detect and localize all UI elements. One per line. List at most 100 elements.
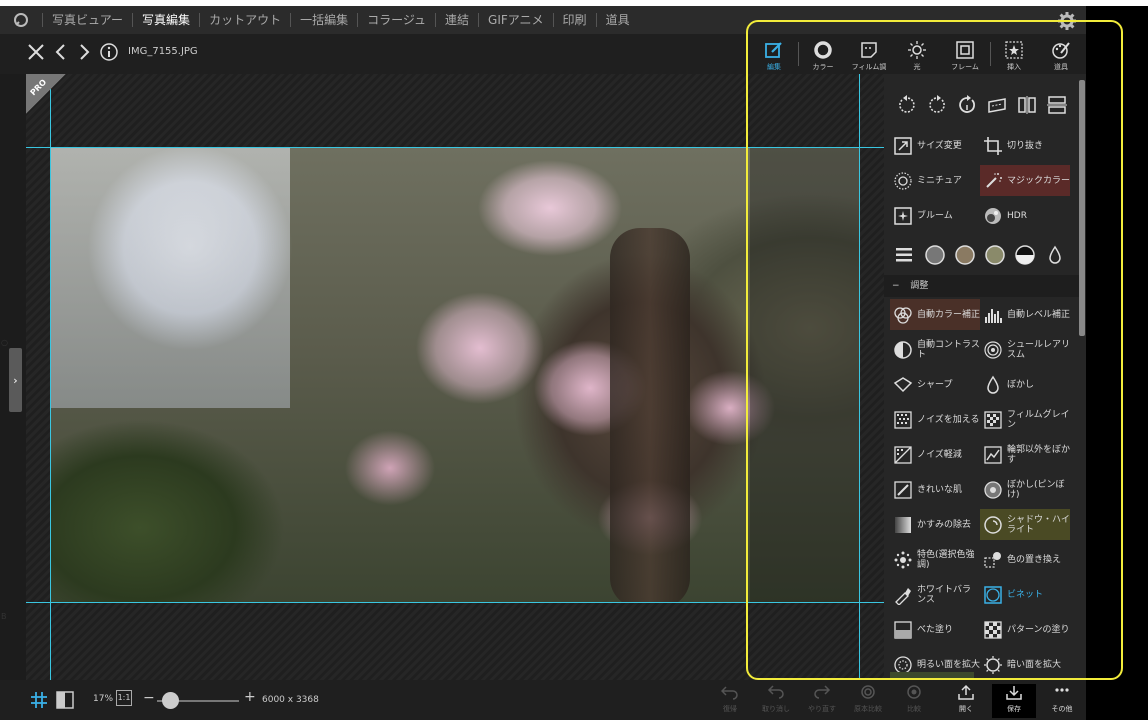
- tool-auto-color[interactable]: 自動カラー補正: [890, 299, 980, 330]
- tool-shadow-highlight[interactable]: シャドウ・ハイライト: [980, 509, 1070, 540]
- tool-pattern-fill[interactable]: パターンの塗り: [980, 614, 1070, 645]
- crop-guide-bottom[interactable]: [26, 602, 884, 603]
- tone-sepia-icon[interactable]: [954, 244, 976, 266]
- tab-color[interactable]: カラー: [802, 36, 844, 74]
- tab-tools[interactable]: 道具: [1040, 36, 1082, 74]
- tone-gray-icon[interactable]: [924, 244, 946, 266]
- flip-horizontal-icon[interactable]: [1016, 94, 1038, 116]
- menu-gif-anime[interactable]: GIFアニメ: [478, 13, 553, 27]
- menu-tools[interactable]: 道具: [595, 13, 639, 27]
- rotate-right-icon[interactable]: [926, 94, 948, 116]
- section-adjust-header[interactable]: − 調整: [884, 275, 1080, 297]
- tool-auto-contrast-label: 自動コントラスト: [917, 339, 980, 360]
- photo-image[interactable]: [50, 148, 860, 602]
- tool-beauty-skin[interactable]: きれいな肌: [890, 474, 980, 505]
- compare-button[interactable]: 比較: [892, 684, 936, 718]
- tool-film-grain[interactable]: フィルムグレイン: [980, 404, 1070, 435]
- tool-surreal[interactable]: シュールレアリスム: [980, 334, 1070, 365]
- rotate-left-icon[interactable]: [896, 94, 918, 116]
- edge-mark: ○: [1, 338, 8, 347]
- tool-color-replace[interactable]: 色の置き換え: [980, 544, 1070, 575]
- tool-sharpen[interactable]: シャープ: [890, 369, 980, 400]
- crop-guide-left[interactable]: [50, 74, 51, 680]
- crop-guide-top[interactable]: [26, 147, 884, 148]
- menu-cutout[interactable]: カットアウト: [199, 13, 290, 27]
- menu-bar: 写真ビュアー 写真編集 カットアウト 一括編集 コラージュ 連結 GIFアニメ …: [0, 6, 1086, 34]
- tool-blur[interactable]: ぼかし: [980, 369, 1070, 400]
- photo-canvas[interactable]: PRO: [26, 74, 884, 680]
- tool-crop[interactable]: 切り抜き: [980, 130, 1070, 161]
- compare-original-button[interactable]: 原本比較: [846, 684, 890, 718]
- revert-button[interactable]: 復帰: [708, 684, 752, 718]
- tool-dehaze-label: かすみの除去: [917, 519, 972, 530]
- panel-partial-item: [890, 672, 974, 680]
- flip-vertical-icon[interactable]: [1046, 94, 1068, 116]
- tool-vignette[interactable]: ビネット: [980, 579, 1070, 610]
- tool-expand-dark[interactable]: 暗い面を拡大: [980, 649, 1070, 680]
- tool-auto-contrast[interactable]: 自動コントラスト: [890, 334, 980, 365]
- tab-insert[interactable]: 挿入: [993, 36, 1035, 74]
- menu-batch-edit[interactable]: 一括編集: [290, 13, 357, 27]
- miniature-icon: [894, 171, 912, 190]
- tool-color-splash[interactable]: 特色(選択色強調): [890, 544, 980, 575]
- pattern-fill-icon: [984, 620, 1002, 639]
- save-label: 保存: [1007, 705, 1021, 713]
- tab-light[interactable]: 光: [896, 36, 938, 74]
- tool-defocus[interactable]: ぼかし(ピンぼけ): [980, 474, 1070, 505]
- more-button[interactable]: その他: [1040, 684, 1084, 718]
- tool-fill[interactable]: べた塗り: [890, 614, 980, 645]
- tool-white-balance[interactable]: ホワイトバランス: [890, 579, 980, 610]
- menu-combine[interactable]: 連結: [435, 13, 478, 27]
- zoom-out-button[interactable]: −: [143, 690, 155, 706]
- window-edge: [1086, 6, 1148, 720]
- expand-sidebar-button[interactable]: ›: [9, 348, 22, 412]
- menu-collage[interactable]: コラージュ: [357, 13, 435, 27]
- redo-button[interactable]: やり直す: [800, 684, 844, 718]
- info-icon[interactable]: [99, 42, 119, 62]
- tone-drop-icon[interactable]: [1044, 244, 1066, 266]
- settings-gear-icon[interactable]: [1056, 10, 1078, 32]
- tool-blur-except-edges-label: 輪郭以外をぼかす: [1007, 444, 1071, 465]
- color-replace-icon: [984, 551, 1001, 568]
- previous-image-icon[interactable]: [53, 42, 69, 62]
- tool-denoise[interactable]: ノイズ軽減: [890, 439, 980, 470]
- straighten-icon[interactable]: [986, 94, 1008, 116]
- tool-resize[interactable]: サイズ変更: [890, 130, 980, 161]
- close-icon[interactable]: [26, 42, 46, 62]
- zoom-percent: 17%: [93, 694, 114, 704]
- tone-olive-icon[interactable]: [984, 244, 1006, 266]
- tool-miniature[interactable]: ミニチュア: [890, 165, 980, 196]
- tone-list-icon[interactable]: [894, 245, 914, 265]
- save-button[interactable]: 保存: [992, 684, 1036, 718]
- tool-surreal-label: シュールレアリスム: [1007, 339, 1071, 360]
- tab-divider: [990, 42, 991, 66]
- tone-contrast-icon[interactable]: [1014, 244, 1036, 266]
- tool-auto-level[interactable]: 自動レベル補正: [980, 299, 1070, 330]
- tool-magic-color[interactable]: マジックカラー: [980, 165, 1070, 196]
- next-image-icon[interactable]: [76, 42, 92, 62]
- white-balance-icon: [895, 587, 911, 605]
- tool-blur-except-edges[interactable]: 輪郭以外をぼかす: [980, 439, 1070, 470]
- undo-button[interactable]: 取り消し: [754, 684, 798, 718]
- tab-edit[interactable]: 編集: [753, 36, 795, 74]
- split-view-icon[interactable]: [56, 691, 74, 709]
- menu-print[interactable]: 印刷: [552, 13, 596, 27]
- tab-film[interactable]: フィルム調: [848, 36, 890, 74]
- panel-scrollbar[interactable]: [1079, 80, 1085, 336]
- tool-bloom[interactable]: ブルーム: [890, 200, 980, 231]
- rotate-free-icon[interactable]: [956, 94, 978, 116]
- compare-original-icon: [861, 685, 875, 699]
- open-button[interactable]: 開く: [944, 684, 988, 718]
- app-logo-icon[interactable]: [0, 6, 42, 34]
- menu-photo-viewer[interactable]: 写真ビュアー: [42, 13, 132, 27]
- menu-photo-edit[interactable]: 写真編集: [132, 13, 199, 27]
- crop-guide-right[interactable]: [859, 74, 860, 680]
- tool-hdr[interactable]: HDR: [980, 200, 1070, 231]
- tool-dehaze[interactable]: かすみの除去: [890, 509, 980, 540]
- tab-frame[interactable]: フレーム: [944, 36, 986, 74]
- actual-size-button[interactable]: 1:1: [116, 690, 132, 706]
- grid-icon[interactable]: [30, 691, 48, 709]
- tool-add-noise[interactable]: ノイズを加える: [890, 404, 980, 435]
- zoom-slider-knob[interactable]: [162, 692, 179, 709]
- zoom-in-button[interactable]: +: [244, 689, 256, 705]
